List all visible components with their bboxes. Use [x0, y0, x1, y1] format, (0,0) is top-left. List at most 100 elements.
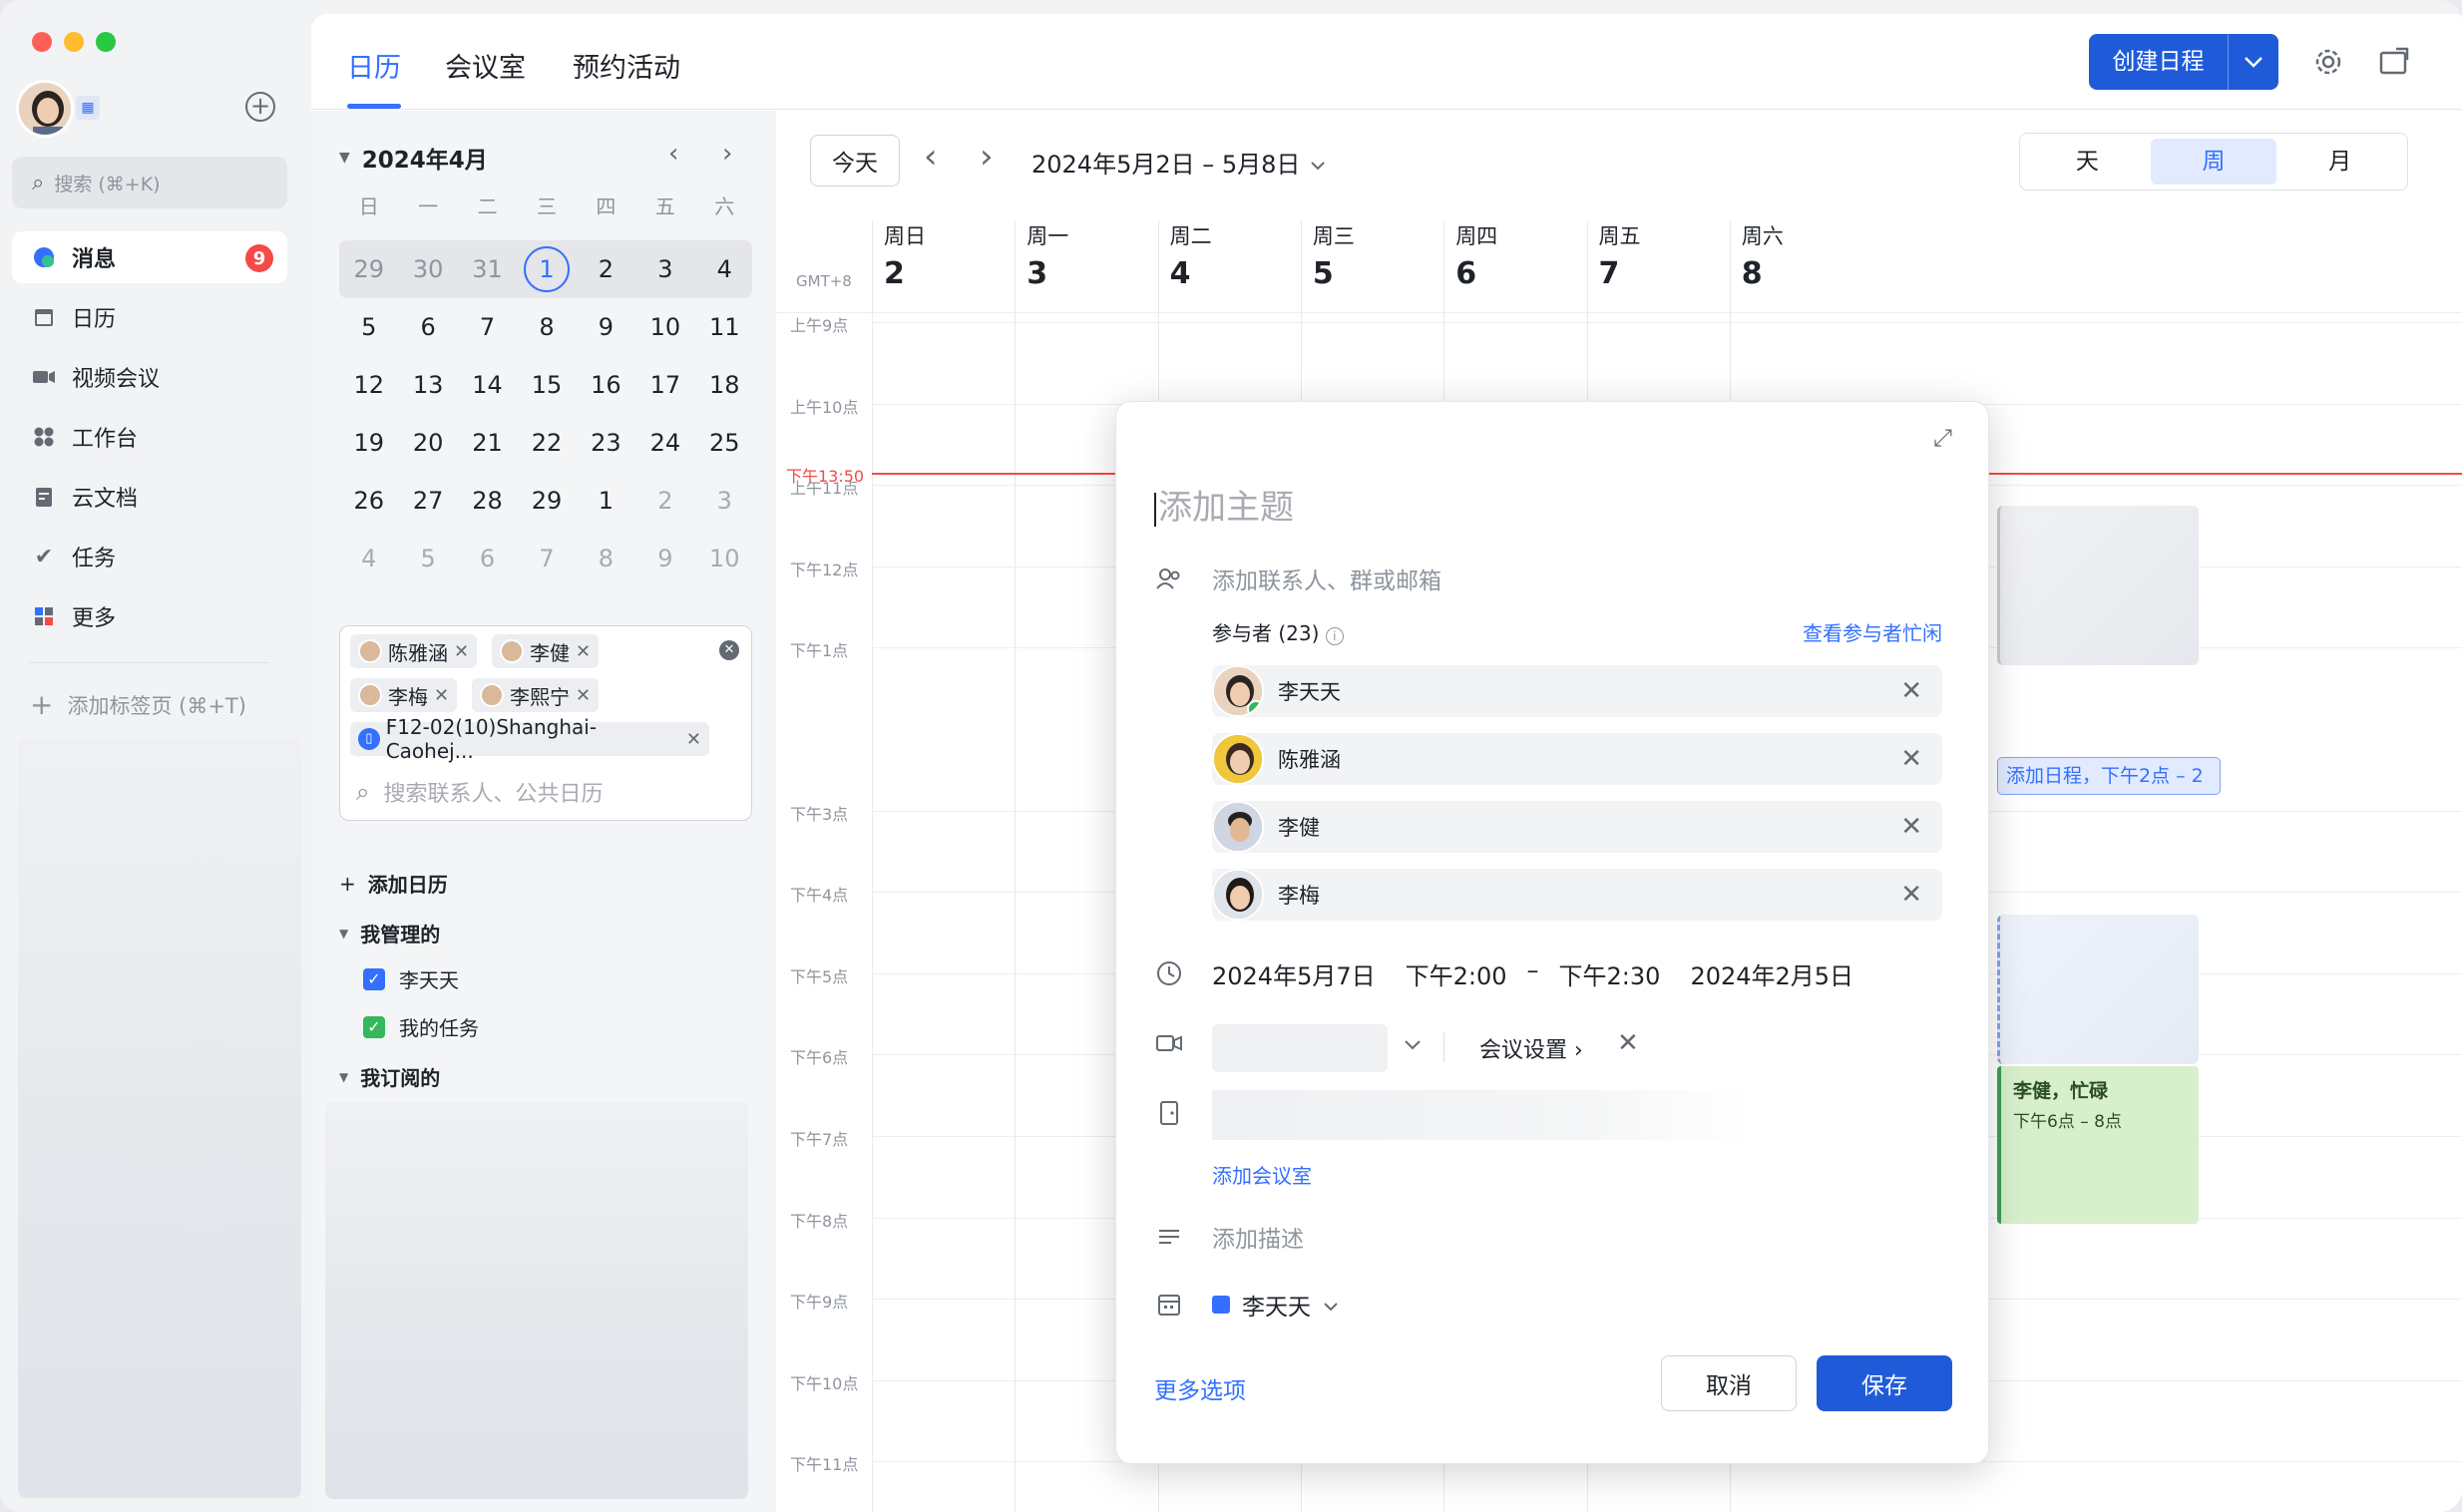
checkbox-checked-icon[interactable]: ✓ [363, 1015, 385, 1038]
mini-calendar-day[interactable]: 24 [635, 414, 694, 472]
day-column-header[interactable]: 周日 2 [884, 220, 926, 291]
blurred-room-field[interactable] [1212, 1090, 1751, 1140]
expand-icon[interactable]: ⤢ [1933, 424, 1952, 452]
today-button[interactable]: 今天 [810, 135, 900, 187]
mini-calendar-day[interactable]: 31 [458, 240, 517, 298]
mini-calendar-day[interactable]: 6 [458, 530, 517, 587]
mini-calendar-day[interactable]: 21 [458, 414, 517, 472]
mini-calendar-day[interactable]: 27 [398, 472, 457, 530]
close-window-button[interactable] [32, 32, 52, 52]
mini-calendar-day[interactable]: 12 [339, 356, 398, 414]
remove-meeting-icon[interactable]: ✕ [1617, 1028, 1639, 1058]
day-column-header[interactable]: 周五 7 [1599, 220, 1641, 291]
end-date[interactable]: 2024年2月5日 [1690, 956, 1853, 991]
day-column-header[interactable]: 周四 6 [1455, 220, 1497, 291]
day-column-header[interactable]: 周二 4 [1170, 220, 1212, 291]
mini-calendar-day[interactable]: 3 [635, 240, 694, 298]
meeting-settings-link[interactable]: 会议设置 › [1479, 1032, 1583, 1064]
mini-calendar-day[interactable]: 3 [695, 472, 754, 530]
add-circle-icon[interactable]: + [245, 92, 275, 122]
day-column-header[interactable]: 周六 8 [1742, 220, 1784, 291]
mini-calendar-day[interactable]: 29 [517, 472, 576, 530]
mini-calendar-day[interactable]: 23 [577, 414, 635, 472]
cancel-button[interactable]: 取消 [1661, 1355, 1797, 1411]
mini-calendar-day[interactable]: 17 [635, 356, 694, 414]
mini-calendar-day[interactable]: 10 [695, 530, 754, 587]
view-day-button[interactable]: 天 [2024, 139, 2151, 185]
tab-calendar[interactable]: 日历 [347, 46, 401, 85]
view-week-button[interactable]: 周 [2150, 139, 2277, 185]
invite-input[interactable]: 添加联系人、群或邮箱 [1154, 562, 1441, 595]
mini-calendar-day[interactable]: 11 [695, 298, 754, 356]
chip-person[interactable]: 李梅 ✕ [350, 678, 458, 712]
close-icon[interactable]: ✕ [686, 729, 701, 750]
mini-calendar-header[interactable]: ▼ 2024年4月 [339, 141, 488, 175]
subject-input[interactable]: 添加主题 [1154, 480, 1294, 529]
checkbox-checked-icon[interactable]: ✓ [363, 967, 385, 990]
mini-calendar-day[interactable]: 1 [517, 240, 576, 298]
mini-calendar-day[interactable]: 29 [339, 240, 398, 298]
busy-event-block[interactable]: 李健，忙碌 下午6点 – 8点 [1997, 1066, 2199, 1224]
chevron-down-icon[interactable] [1404, 1036, 1422, 1055]
save-button[interactable]: 保存 [1817, 1355, 1952, 1411]
mini-calendar-day[interactable]: 5 [339, 298, 398, 356]
info-icon[interactable]: i [1325, 627, 1344, 645]
mini-calendar-day[interactable]: 19 [339, 414, 398, 472]
mini-calendar-day[interactable]: 18 [695, 356, 754, 414]
mini-calendar-day[interactable]: 30 [398, 240, 457, 298]
calendar-item[interactable]: ✓ 李天天 [363, 964, 459, 993]
blurred-event[interactable] [1997, 915, 2199, 1064]
prev-week-icon[interactable]: ‹ [924, 137, 938, 177]
mini-calendar-day[interactable]: 26 [339, 472, 398, 530]
nav-item-messages[interactable]: 消息 9 [12, 231, 287, 283]
meeting-provider-select[interactable] [1212, 1024, 1388, 1072]
mini-calendar-day[interactable]: 2 [577, 240, 635, 298]
day-column-header[interactable]: 周一 3 [1026, 220, 1068, 291]
minimize-window-button[interactable] [64, 32, 84, 52]
mini-calendar-day[interactable]: 13 [398, 356, 457, 414]
close-icon[interactable]: ✕ [454, 641, 469, 662]
add-tab-button[interactable]: + 添加标签页 (⌘+T) [30, 688, 246, 721]
close-icon[interactable]: ✕ [434, 685, 449, 706]
settings-gear-icon[interactable] [2310, 44, 2346, 80]
create-event-button[interactable]: 创建日程 [2089, 34, 2278, 90]
view-month-button[interactable]: 月 [2276, 139, 2403, 185]
date-range-selector[interactable]: 2024年5月2日 – 5月8日 [1031, 145, 1326, 180]
nav-item-docs[interactable]: 云文档 [12, 471, 287, 523]
user-avatar[interactable] [16, 80, 74, 138]
mini-calendar-day[interactable]: 2 [635, 472, 694, 530]
mini-calendar-day[interactable]: 4 [695, 240, 754, 298]
mini-calendar-day[interactable]: 20 [398, 414, 457, 472]
end-time[interactable]: 下午2:30 [1559, 956, 1661, 991]
mini-calendar-day[interactable]: 9 [577, 298, 635, 356]
remove-attendee-icon[interactable]: ✕ [1900, 880, 1922, 910]
global-search-input[interactable]: ⌕ 搜索 (⌘+K) [12, 157, 287, 208]
chip-person[interactable]: 陈雅涵 ✕ [350, 634, 478, 668]
prev-month-icon[interactable]: ‹ [668, 139, 678, 169]
add-room-link[interactable]: 添加会议室 [1212, 1160, 1312, 1189]
mini-calendar-day[interactable]: 16 [577, 356, 635, 414]
subscribed-calendars-group[interactable]: ▼ 我订阅的 [339, 1062, 440, 1091]
mini-calendar-day[interactable]: 10 [635, 298, 694, 356]
draft-event-block[interactable]: 添加日程，下午2点 – 2 [1997, 757, 2221, 795]
mini-calendar-day[interactable]: 7 [458, 298, 517, 356]
close-icon[interactable]: ✕ [576, 685, 591, 706]
remove-attendee-icon[interactable]: ✕ [1900, 744, 1922, 774]
description-input[interactable]: 添加描述 [1154, 1220, 1304, 1254]
remove-attendee-icon[interactable]: ✕ [1900, 676, 1922, 706]
chip-person[interactable]: 李熙宁 ✕ [472, 678, 600, 712]
mini-calendar-day[interactable]: 1 [577, 472, 635, 530]
picker-search-input[interactable]: ⌕ 搜索联系人、公共日历 [356, 776, 603, 808]
mini-calendar-day[interactable]: 4 [339, 530, 398, 587]
chevron-down-icon[interactable] [2229, 34, 2278, 90]
view-availability-link[interactable]: 查看参与者忙闲 [1803, 617, 1942, 646]
zoom-window-button[interactable] [96, 32, 116, 52]
tab-booking-events[interactable]: 预约活动 [573, 46, 680, 85]
mini-calendar-day[interactable]: 8 [577, 530, 635, 587]
tab-meeting-rooms[interactable]: 会议室 [445, 46, 526, 85]
more-options-link[interactable]: 更多选项 [1154, 1371, 1246, 1405]
chip-person[interactable]: 李健 ✕ [492, 634, 600, 668]
mini-calendar-day[interactable]: 22 [517, 414, 576, 472]
nav-item-tasks[interactable]: ✔ 任务 [12, 531, 287, 582]
popout-window-icon[interactable] [2376, 44, 2412, 80]
